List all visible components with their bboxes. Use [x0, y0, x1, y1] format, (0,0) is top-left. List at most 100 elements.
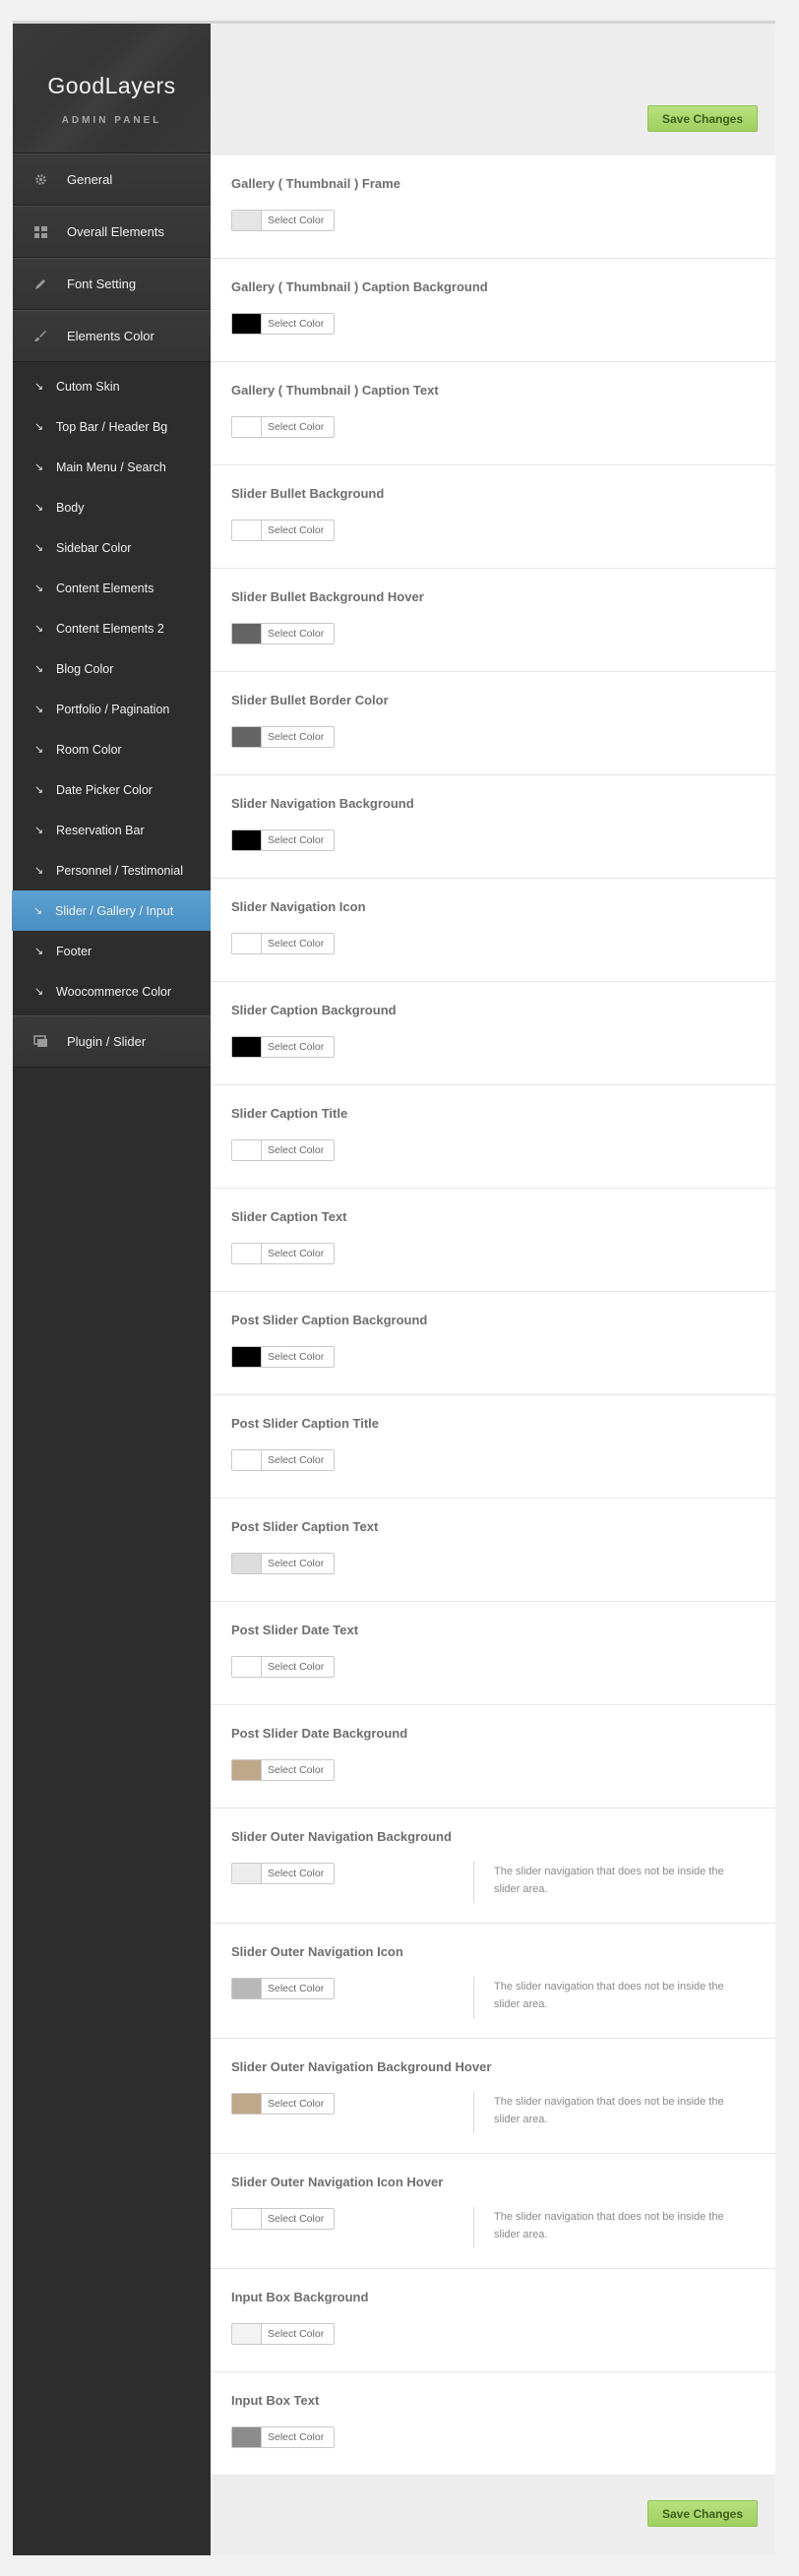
color-picker-button[interactable]: Select Color	[231, 1978, 335, 1999]
option-label: Post Slider Caption Title	[231, 1416, 380, 1431]
save-button[interactable]: Save Changes	[647, 2500, 758, 2527]
color-swatch	[232, 1760, 262, 1780]
option-row: Input Box Background Select Color	[211, 2269, 775, 2372]
sidebar-item-font-setting[interactable]: Font Setting	[13, 258, 211, 310]
color-picker-button[interactable]: Select Color	[231, 1346, 335, 1368]
option-label: Slider Caption Text	[231, 1209, 347, 1224]
sidebar-subitem-label: Slider / Gallery / Input	[55, 903, 174, 918]
option-row: Slider Bullet Background Select Color	[211, 465, 775, 569]
color-picker-button[interactable]: Select Color	[231, 2208, 335, 2230]
color-picker-button[interactable]: Select Color	[231, 210, 335, 231]
arrow-down-right-icon: ↘	[34, 583, 44, 594]
option-row: Post Slider Caption Text Select Color	[211, 1499, 775, 1602]
sidebar-subitem-label: Top Bar / Header Bg	[56, 419, 168, 434]
sidebar-subitem-label: Room Color	[56, 742, 122, 757]
option-label: Slider Bullet Border Color	[231, 693, 389, 707]
color-picker-button[interactable]: Select Color	[231, 1759, 335, 1781]
save-button[interactable]: Save Changes	[647, 105, 758, 132]
color-picker-button[interactable]: Select Color	[231, 1139, 335, 1161]
sidebar-subitem-top-bar-header-bg[interactable]: ↘ Top Bar / Header Bg	[13, 406, 211, 447]
arrow-down-right-icon: ↘	[34, 623, 44, 635]
description-divider	[473, 2092, 474, 2133]
option-label: Input Box Text	[231, 2393, 320, 2408]
option-label: Slider Caption Title	[231, 1106, 348, 1121]
color-picker-button[interactable]: Select Color	[231, 313, 335, 335]
option-label: Post Slider Date Text	[231, 1623, 359, 1637]
sidebar-subitem-portfolio-pagination[interactable]: ↘ Portfolio / Pagination	[13, 689, 211, 729]
color-swatch	[232, 417, 262, 437]
option-label: Slider Navigation Background	[231, 796, 414, 811]
sidebar-subitem-blog-color[interactable]: ↘ Blog Color	[13, 648, 211, 689]
sidebar-item-label: Font Setting	[67, 276, 137, 291]
option-label: Slider Caption Background	[231, 1003, 397, 1017]
logo: GoodLayers ADMIN PANEL	[13, 24, 211, 153]
sidebar-subitem-slider-gallery-input[interactable]: ↘ Slider / Gallery / Input	[12, 890, 211, 931]
sidebar-subitem-room-color[interactable]: ↘ Room Color	[13, 729, 211, 769]
admin-frame: GoodLayers ADMIN PANEL General Overall E…	[12, 21, 775, 2555]
option-row: Slider Caption Background Select Color	[211, 982, 775, 1085]
color-picker-button[interactable]: Select Color	[231, 726, 335, 748]
sidebar-subitem-label: Body	[56, 500, 85, 515]
sidebar-item-label: Elements Color	[67, 329, 154, 343]
sidebar-subitem-woocommerce-color[interactable]: ↘ Woocommerce Color	[13, 971, 211, 1012]
sidebar-subitem-sidebar-color[interactable]: ↘ Sidebar Color	[13, 527, 211, 568]
color-swatch	[232, 1347, 262, 1367]
option-row: Slider Outer Navigation Background Selec…	[211, 1809, 775, 1924]
option-row: Post Slider Caption Background Select Co…	[211, 1292, 775, 1395]
color-picker-label: Select Color	[268, 834, 325, 846]
color-picker-label: Select Color	[268, 1661, 325, 1673]
color-picker-button[interactable]: Select Color	[231, 1036, 335, 1058]
pencil-icon	[31, 276, 49, 293]
option-label: Slider Navigation Icon	[231, 899, 366, 914]
color-picker-button[interactable]: Select Color	[231, 829, 335, 851]
sidebar-subitem-content-elements-2[interactable]: ↘ Content Elements 2	[13, 608, 211, 648]
sidebar-subitem-personnel-testimonial[interactable]: ↘ Personnel / Testimonial	[13, 850, 211, 890]
color-picker-button[interactable]: Select Color	[231, 2093, 335, 2115]
sidebar-subitem-label: Footer	[56, 944, 92, 958]
option-row: Gallery ( Thumbnail ) Caption Background…	[211, 259, 775, 362]
color-picker-button[interactable]: Select Color	[231, 1656, 335, 1678]
sidebar-subitem-content-elements[interactable]: ↘ Content Elements	[13, 568, 211, 608]
arrow-down-right-icon: ↘	[34, 461, 44, 473]
sidebar-subitem-date-picker-color[interactable]: ↘ Date Picker Color	[13, 769, 211, 810]
color-picker-button[interactable]: Select Color	[231, 2426, 335, 2448]
sidebar-subitem-label: Blog Color	[56, 661, 114, 676]
sidebar-item-overall-elements[interactable]: Overall Elements	[13, 206, 211, 258]
sidebar-subitem-label: Date Picker Color	[56, 782, 153, 797]
sidebar-subitem-label: Content Elements	[56, 581, 154, 595]
color-picker-button[interactable]: Select Color	[231, 623, 335, 644]
sidebar-subitem-main-menu-search[interactable]: ↘ Main Menu / Search	[13, 447, 211, 487]
color-picker-button[interactable]: Select Color	[231, 1243, 335, 1264]
color-swatch	[232, 727, 262, 747]
sidebar-subitem-cutom-skin[interactable]: ↘ Cutom Skin	[13, 366, 211, 406]
color-picker-label: Select Color	[268, 318, 325, 330]
color-picker-button[interactable]: Select Color	[231, 1863, 335, 1884]
color-picker-button[interactable]: Select Color	[231, 1553, 335, 1574]
option-row: Slider Navigation Icon Select Color	[211, 879, 775, 982]
color-picker-label: Select Color	[268, 628, 325, 640]
color-picker-button[interactable]: Select Color	[231, 1449, 335, 1471]
color-picker-label: Select Color	[268, 1868, 325, 1879]
color-picker-label: Select Color	[268, 2328, 325, 2340]
arrow-down-right-icon: ↘	[34, 704, 44, 715]
color-picker-label: Select Color	[268, 1764, 325, 1776]
color-swatch	[232, 1979, 262, 1998]
color-picker-label: Select Color	[268, 1454, 325, 1466]
color-picker-button[interactable]: Select Color	[231, 416, 335, 438]
sidebar-item-elements-color[interactable]: Elements Color	[13, 310, 211, 362]
option-row: Post Slider Date Text Select Color	[211, 1602, 775, 1705]
option-label: Slider Bullet Background	[231, 486, 385, 501]
sidebar-item-general[interactable]: General	[13, 153, 211, 206]
color-picker-button[interactable]: Select Color	[231, 2323, 335, 2345]
color-swatch	[232, 624, 262, 644]
color-swatch	[232, 1657, 262, 1677]
sidebar-subitem-body[interactable]: ↘ Body	[13, 487, 211, 527]
option-row: Gallery ( Thumbnail ) Frame Select Color	[211, 155, 775, 259]
color-picker-button[interactable]: Select Color	[231, 520, 335, 541]
sidebar-item-plugin-slider[interactable]: Plugin / Slider	[13, 1015, 211, 1068]
sidebar-subitem-reservation-bar[interactable]: ↘ Reservation Bar	[13, 810, 211, 850]
option-row: Post Slider Date Background Select Color	[211, 1705, 775, 1809]
elements-color-submenu: ↘ Cutom Skin ↘ Top Bar / Header Bg ↘ Main M…	[12, 362, 211, 1015]
color-picker-button[interactable]: Select Color	[231, 933, 335, 954]
sidebar-subitem-footer[interactable]: ↘ Footer	[13, 931, 211, 971]
